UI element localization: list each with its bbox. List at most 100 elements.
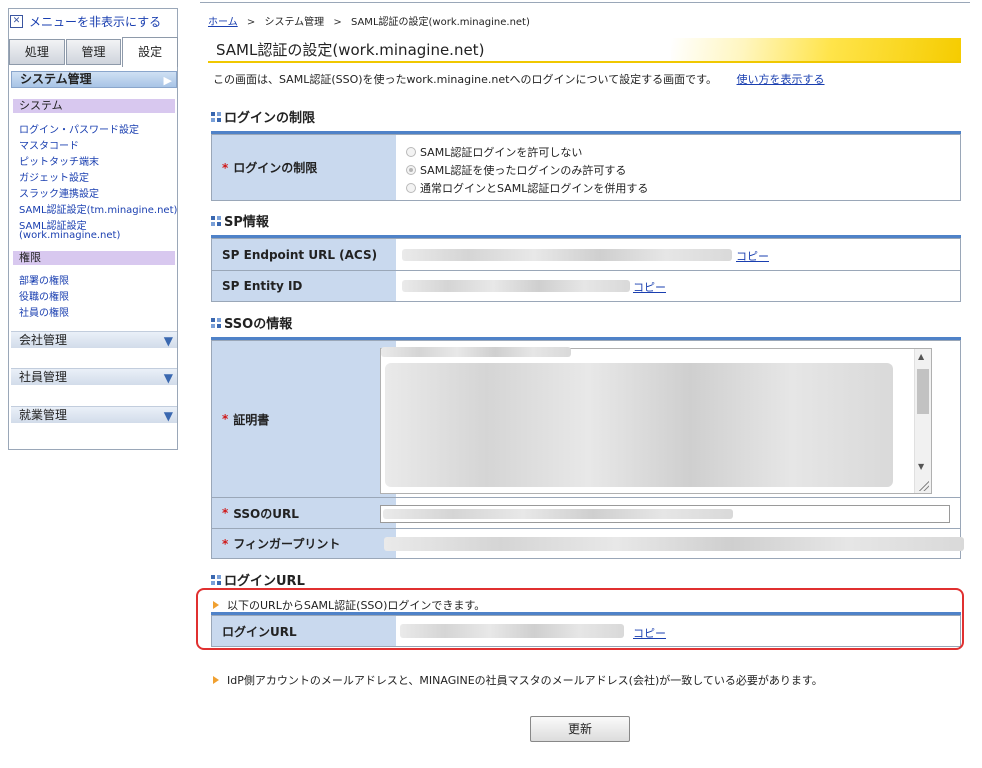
breadcrumb-separator: > <box>333 17 342 28</box>
section-square-icon <box>211 574 221 585</box>
required-mark: * <box>222 506 229 520</box>
required-mark: * <box>222 160 229 175</box>
certificate-textarea[interactable]: ▲ ▼ <box>380 347 932 494</box>
required-mark: * <box>222 536 229 551</box>
tab-process[interactable]: 処理 <box>9 39 65 65</box>
triangle-down-icon: ▼ <box>163 334 173 348</box>
sso-url-label: * SSOのURL <box>212 498 396 528</box>
fingerprint-label: * フィンガープリント <box>212 529 396 558</box>
required-mark: * <box>222 412 229 426</box>
sidebar-item-master-code[interactable]: マスタコード <box>19 137 79 152</box>
sidebar-group-company[interactable]: 会社管理 ▼ <box>11 331 177 348</box>
sso-url-input[interactable] <box>380 505 950 523</box>
table-row: * フィンガープリント <box>212 528 964 558</box>
field-label: 証明書 <box>233 412 270 427</box>
update-button[interactable]: 更新 <box>530 716 630 742</box>
sidebar-tabs: 処理 管理 設定 <box>9 37 179 67</box>
fingerprint-value <box>384 529 964 558</box>
highlight-box <box>196 588 964 650</box>
copy-endpoint-link[interactable]: コピー <box>736 248 769 264</box>
section-login-restriction: ログインの制限 <box>211 107 315 126</box>
section-login-url: ログインURL <box>211 570 305 589</box>
title-bar: SAML認証の設定(work.minagine.net) <box>208 36 961 63</box>
sidebar-item-saml-tm[interactable]: SAML認証設定(tm.minagine.net) <box>19 201 177 216</box>
scroll-down-icon[interactable]: ▼ <box>918 462 924 471</box>
radio-button[interactable] <box>406 147 416 157</box>
section-title: ログインの制限 <box>224 111 316 126</box>
section-title: ログインURL <box>224 574 305 589</box>
section-square-icon <box>211 215 221 226</box>
radio-option-both[interactable]: 通常ログインとSAML認証ログインを併用する <box>406 180 648 196</box>
table-row: SP Endpoint URL (ACS) コピー <box>212 238 960 270</box>
table-row: * ログインの制限 SAML認証ログインを許可しない SAML認証を使ったログイ… <box>212 134 960 200</box>
radio-label: 通常ログインとSAML認証ログインを併用する <box>420 182 649 195</box>
redacted-value <box>402 280 630 292</box>
login-restriction-label: * ログインの制限 <box>212 135 396 200</box>
intro-description: この画面は、SAML認証(SSO)を使ったwork.minagine.netへの… <box>213 73 718 86</box>
copy-entity-link[interactable]: コピー <box>633 279 666 295</box>
scroll-thumb[interactable] <box>917 369 929 414</box>
scroll-up-icon[interactable]: ▲ <box>918 352 924 361</box>
sidebar-group-employee[interactable]: 社員管理 ▼ <box>11 368 177 385</box>
sp-info-table: SP Endpoint URL (ACS) コピー SP Entity ID コ… <box>211 238 961 302</box>
sidebar-item-dept-rights[interactable]: 部署の権限 <box>19 272 69 287</box>
sidebar-item-login-password[interactable]: ログイン・パスワード設定 <box>19 121 139 136</box>
radio-label: SAML認証を使ったログインのみ許可する <box>420 164 627 177</box>
section-sp-info: SP情報 <box>211 211 269 230</box>
sp-entity-value: コピー <box>396 271 960 301</box>
radio-button[interactable] <box>406 183 416 193</box>
hide-menu-label: メニューを非表示にする <box>29 14 162 29</box>
section-square-icon <box>211 111 221 122</box>
sidebar-group-work[interactable]: 就業管理 ▼ <box>11 406 177 423</box>
close-box-icon: ✕ <box>10 14 23 28</box>
sp-endpoint-value: コピー <box>396 239 960 270</box>
top-divider <box>200 2 970 3</box>
sidebar-section-system-management[interactable]: システム管理 ▶ <box>11 71 177 88</box>
page-title: SAML認証の設定(work.minagine.net) <box>216 41 485 59</box>
sidebar-item-position-rights[interactable]: 役職の権限 <box>19 288 69 303</box>
title-underline <box>208 61 961 63</box>
title-accent <box>671 38 961 62</box>
sidebar-item-slack[interactable]: スラック連携設定 <box>19 185 99 200</box>
triangle-down-icon: ▼ <box>163 409 173 423</box>
section-square-icon <box>211 317 221 328</box>
login-restriction-table: * ログインの制限 SAML認証ログインを許可しない SAML認証を使ったログイ… <box>211 134 961 201</box>
redacted-value <box>402 249 732 261</box>
field-label: ログインの制限 <box>233 161 318 175</box>
radio-option-disallow[interactable]: SAML認証ログインを許可しない <box>406 144 582 160</box>
sidebar-item-employee-rights[interactable]: 社員の権限 <box>19 304 69 319</box>
sidebar-item-pit-touch[interactable]: ピットタッチ端末 <box>19 153 99 168</box>
certificate-label: * 証明書 <box>212 341 396 497</box>
login-restriction-options: SAML認証ログインを許可しない SAML認証を使ったログインのみ許可する 通常… <box>396 135 960 200</box>
tab-settings[interactable]: 設定 <box>122 37 179 67</box>
footer-note: IdP側アカウントのメールアドレスと、MINAGINEの社員マスタのメールアドレ… <box>213 672 823 688</box>
intro-text: この画面は、SAML認証(SSO)を使ったwork.minagine.netへの… <box>213 71 825 87</box>
breadcrumb-separator: > <box>246 17 256 28</box>
breadcrumb-home[interactable]: ホーム <box>208 17 238 28</box>
redacted-certificate <box>385 363 893 487</box>
tab-manage[interactable]: 管理 <box>65 39 122 65</box>
sidebar-group-rights: 権限 <box>13 251 175 265</box>
triangle-down-icon: ▼ <box>163 371 173 385</box>
breadcrumb-system: システム管理 <box>264 17 325 28</box>
sidebar-item-saml-work-domain[interactable]: (work.minagine.net) <box>19 230 120 241</box>
redacted-fingerprint <box>384 537 964 551</box>
textarea-scrollbar[interactable]: ▲ ▼ <box>914 349 931 493</box>
section-title: SP情報 <box>224 215 269 230</box>
hide-menu-toggle[interactable]: ✕ メニューを非表示にする <box>9 11 179 31</box>
sidebar-group-label: 社員管理 <box>19 370 68 384</box>
sidebar-section-label: システム管理 <box>20 72 92 86</box>
sidebar-group-label: 就業管理 <box>19 408 68 422</box>
redacted-certificate-header <box>381 347 571 357</box>
help-link[interactable]: 使い方を表示する <box>737 73 825 86</box>
resize-grip-icon[interactable] <box>919 481 929 491</box>
sp-entity-label: SP Entity ID <box>212 271 396 301</box>
radio-label: SAML認証ログインを許可しない <box>420 146 583 159</box>
arrow-right-icon: ▶ <box>163 74 172 87</box>
sidebar-group-label: 会社管理 <box>19 333 68 347</box>
radio-option-saml-only[interactable]: SAML認証を使ったログインのみ許可する <box>406 162 626 178</box>
radio-button-selected[interactable] <box>406 165 416 175</box>
footer-note-text: IdP側アカウントのメールアドレスと、MINAGINEの社員マスタのメールアドレ… <box>227 674 823 687</box>
sidebar-item-gadget[interactable]: ガジェット設定 <box>19 169 89 184</box>
orange-triangle-icon <box>213 676 219 684</box>
